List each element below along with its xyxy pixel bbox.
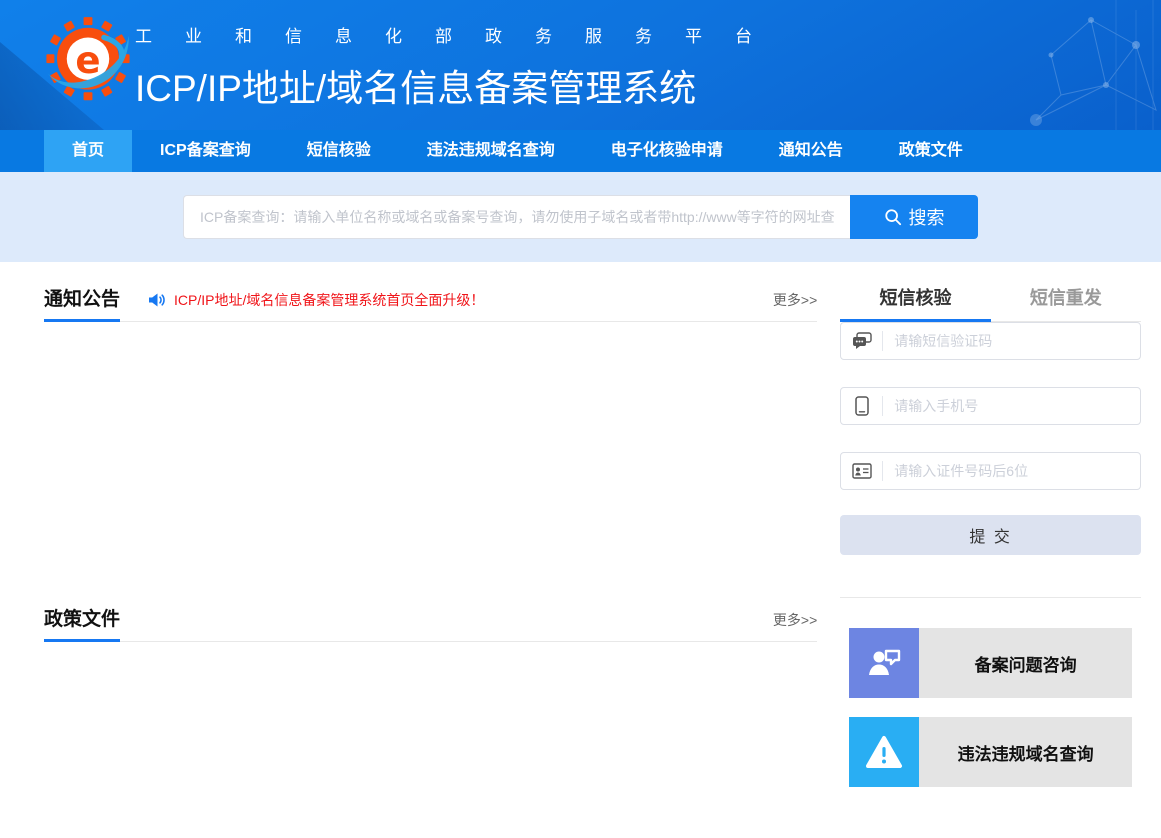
page: e 工业和信息化部政务服务平台 ICP/IP地址/域名信息备案管理系统 首页 I… (0, 0, 1161, 838)
notice-section-title: 通知公告 (44, 288, 120, 311)
phone-icon (841, 396, 883, 416)
main-nav: 首页 ICP备案查询 短信核验 违法违规域名查询 电子化核验申请 通知公告 政策… (0, 130, 1161, 172)
policy-section-head: 政策文件 更多>> (44, 608, 817, 642)
policy-more-link[interactable]: 更多>> (773, 610, 817, 630)
phone-input[interactable] (883, 398, 1140, 414)
right-column-divider (840, 597, 1141, 598)
sms-code-input[interactable] (883, 333, 1140, 349)
header-banner: e 工业和信息化部政务服务平台 ICP/IP地址/域名信息备案管理系统 (0, 0, 1161, 130)
phone-field (840, 387, 1141, 425)
id-card-icon (841, 461, 883, 481)
nav-item-notice[interactable]: 通知公告 (751, 130, 871, 172)
policy-section-title: 政策文件 (44, 608, 120, 631)
sms-icon (841, 331, 883, 351)
consult-quick-link[interactable]: 备案问题咨询 (849, 628, 1132, 698)
consult-icon (849, 628, 919, 698)
header-network-decoration (931, 0, 1161, 130)
notice-section-head: 通知公告 ICP/IP地址/域名信息备案管理系统首页全面升级！ 更多>> (44, 288, 817, 322)
tab-sms-verify[interactable]: 短信核验 (840, 288, 990, 321)
main-content: 通知公告 ICP/IP地址/域名信息备案管理系统首页全面升级！ 更多>> 政策文… (0, 262, 1161, 787)
right-column: 短信核验 短信重发 (840, 288, 1141, 787)
search-button[interactable]: 搜索 (850, 195, 978, 239)
nav-item-policy[interactable]: 政策文件 (871, 130, 991, 172)
warning-icon (849, 717, 919, 787)
nav-item-icp-query[interactable]: ICP备案查询 (132, 130, 279, 172)
speaker-icon (148, 292, 165, 308)
nav-item-electronic-verify-apply[interactable]: 电子化核验申请 (583, 130, 751, 172)
nav-item-sms-verify[interactable]: 短信核验 (279, 130, 399, 172)
submit-button[interactable]: 提 交 (840, 515, 1141, 555)
search-icon (884, 208, 902, 226)
search-bar: 搜索 (183, 195, 978, 239)
notice-list-area (44, 322, 817, 608)
consult-link-label: 备案问题咨询 (919, 628, 1132, 698)
notice-more-link[interactable]: 更多>> (773, 290, 817, 310)
platform-title: 工业和信息化部政务服务平台 (135, 22, 785, 47)
announcement-text: ICP/IP地址/域名信息备案管理系统首页全面升级！ (174, 290, 484, 310)
illegal-domain-link-label: 违法违规域名查询 (919, 717, 1132, 787)
nav-item-home[interactable]: 首页 (44, 130, 132, 172)
illegal-domain-quick-link[interactable]: 违法违规域名查询 (849, 717, 1132, 787)
id-number-input[interactable] (883, 463, 1140, 479)
system-title: ICP/IP地址/域名信息备案管理系统 (135, 58, 785, 112)
svg-text:e: e (75, 39, 100, 82)
id-number-field (840, 452, 1141, 490)
tab-sms-resend[interactable]: 短信重发 (991, 288, 1141, 321)
search-button-label: 搜索 (909, 204, 945, 230)
icp-search-input[interactable] (183, 195, 850, 239)
left-column: 通知公告 ICP/IP地址/域名信息备案管理系统首页全面升级！ 更多>> 政策文… (44, 288, 817, 787)
announcement-item[interactable]: ICP/IP地址/域名信息备案管理系统首页全面升级！ (148, 290, 484, 310)
nav-item-illegal-domain-query[interactable]: 违法违规域名查询 (399, 130, 583, 172)
miit-gear-logo-icon: e (42, 10, 134, 118)
sms-code-field (840, 322, 1141, 360)
sms-panel-tabs: 短信核验 短信重发 (840, 288, 1141, 322)
search-strip: 搜索 (0, 172, 1161, 262)
